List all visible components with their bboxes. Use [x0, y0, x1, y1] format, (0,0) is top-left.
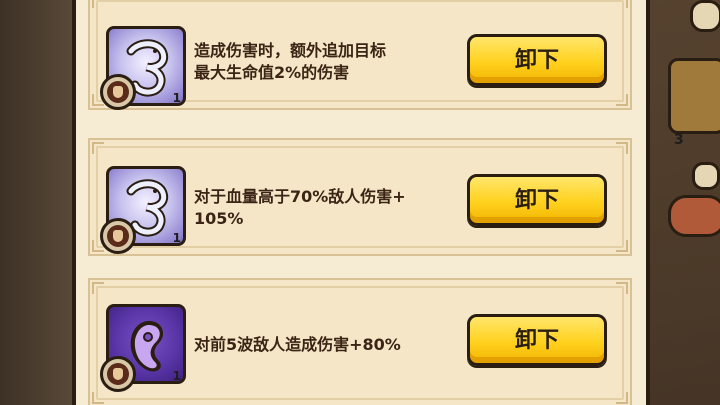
rune-card: 1 对于血量高于70%敌人伤害+ 105% 卸下 — [88, 138, 632, 256]
description-line: 最大生命值2%的伤害 — [194, 63, 350, 82]
rune-level: 1 — [172, 231, 181, 245]
description-line: 对前5波敌人造成伤害+80% — [194, 335, 401, 354]
rune-description: 造成伤害时，额外追加目标 最大生命值2%的伤害 — [194, 40, 464, 84]
rune-card: 1 造成伤害时，额外追加目标 最大生命值2%的伤害 卸下 — [88, 0, 632, 110]
rune-owner-badge — [100, 218, 136, 254]
rune-owner-badge — [100, 74, 136, 110]
description-line: 对于血量高于70%敌人伤害+ — [194, 187, 406, 206]
side-counter: 3 — [674, 132, 684, 148]
rune-description: 对于血量高于70%敌人伤害+ 105% — [194, 186, 464, 230]
unequip-label: 卸下 — [514, 328, 559, 353]
unequip-label: 卸下 — [514, 188, 559, 213]
rune-level: 1 — [172, 369, 181, 383]
unequip-button[interactable]: 卸下 — [467, 34, 607, 86]
background-left — [0, 0, 75, 405]
unequip-button[interactable]: 卸下 — [467, 174, 607, 226]
description-line: 105% — [194, 209, 244, 228]
unequip-label: 卸下 — [514, 48, 559, 73]
rune-description: 对前5波敌人造成伤害+80% — [194, 334, 464, 356]
description-line: 造成伤害时，额外追加目标 — [194, 41, 387, 60]
side-tab-button[interactable] — [668, 58, 720, 134]
game-screen: 3 1 造成伤害时，额外追加目标 最大生命值2%的伤害 卸下 1 对于血量高于7… — [0, 0, 720, 405]
side-red-button[interactable] — [668, 195, 720, 237]
rune-owner-badge — [100, 356, 136, 392]
rune-level: 1 — [172, 91, 181, 105]
side-round-button[interactable] — [690, 0, 720, 32]
side-round-button-2[interactable] — [692, 162, 720, 190]
unequip-button[interactable]: 卸下 — [467, 314, 607, 366]
rune-card: 1 对前5波敌人造成伤害+80% 卸下 — [88, 278, 632, 405]
